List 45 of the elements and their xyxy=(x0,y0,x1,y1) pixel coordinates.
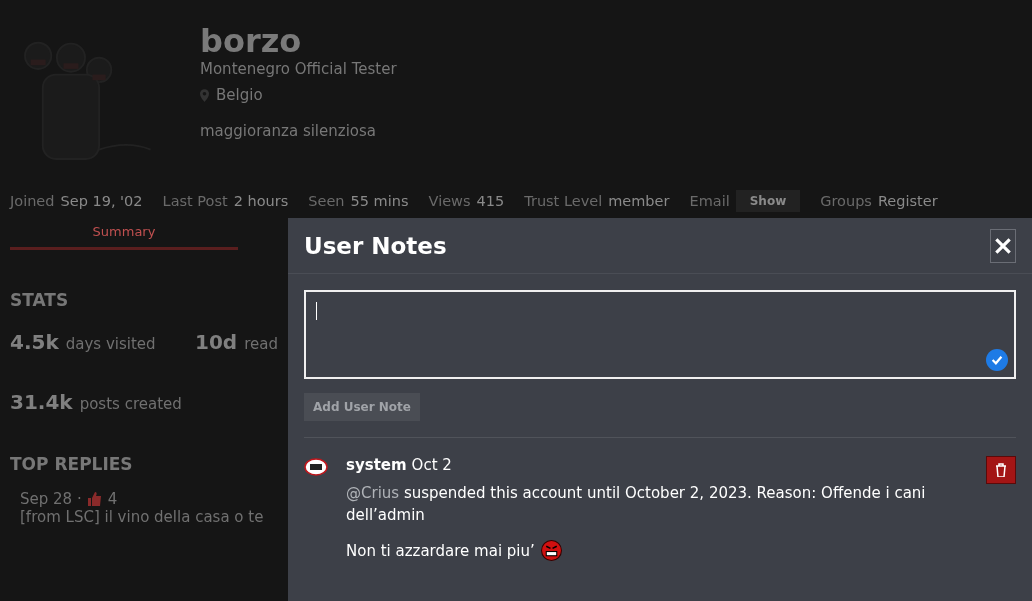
meta-label: Views xyxy=(428,193,471,209)
thumbs-up-icon xyxy=(87,492,102,506)
meta-value: 55 mins xyxy=(350,193,409,209)
stat-label: days visited xyxy=(65,335,156,353)
location: Belgio xyxy=(216,86,263,104)
meta-label: Groups xyxy=(820,193,872,209)
close-icon xyxy=(995,237,1011,254)
meta-value: member xyxy=(608,193,670,209)
note-input-field[interactable] xyxy=(304,290,1016,379)
meta-label: Last Post xyxy=(162,193,228,209)
stat-value: 10d xyxy=(195,330,238,354)
section-heading: TOP REPLIES xyxy=(10,454,133,474)
delete-button[interactable] xyxy=(986,456,1016,484)
location-pin-icon xyxy=(200,88,209,102)
meta-label: Seen xyxy=(308,193,345,209)
stat-label: read xyxy=(244,335,278,353)
username: borzo xyxy=(200,22,303,60)
section-heading: STATS xyxy=(10,290,69,310)
meta-value: Sep 19, '02 xyxy=(60,193,143,209)
check-circle-icon xyxy=(986,349,1008,371)
meta-label: Joined xyxy=(10,193,55,209)
close-button[interactable] xyxy=(990,228,1016,263)
user-title: Montenegro Official Tester xyxy=(200,60,397,78)
show-email-button[interactable]: Show xyxy=(735,190,801,212)
meta-label: Email xyxy=(689,193,730,209)
reply-text: [from LSC] il vino della casa o te xyxy=(20,508,264,526)
stat-value: 31.4k xyxy=(10,390,73,414)
meta-value: 2 hours xyxy=(233,193,289,209)
summary-tab[interactable]: Summary xyxy=(10,218,238,250)
like-count: 4 xyxy=(107,490,118,508)
note-comment: Non ti azzardare mai piu’ xyxy=(346,541,535,560)
bio: maggioranza silenziosa xyxy=(200,122,377,140)
dialog-title: User Notes xyxy=(304,232,447,259)
meta-value: Register xyxy=(877,193,938,209)
reply-date: Sep 28 · xyxy=(20,490,82,508)
meta-label: Trust Level xyxy=(524,193,603,209)
note-date: Oct 2 xyxy=(411,456,452,474)
meta-value: 415 xyxy=(476,193,505,209)
angry-face-icon xyxy=(540,540,562,561)
trash-icon xyxy=(995,463,1007,477)
note-author: system xyxy=(346,456,407,474)
note-text: @Crius suspended this account until October 2, 2023. Reason: Offende i cani dell’admin xyxy=(346,483,927,526)
stat-value: 4.5k xyxy=(10,330,59,354)
logo-avatar-icon xyxy=(304,458,328,476)
stat-label: posts created xyxy=(79,395,182,413)
